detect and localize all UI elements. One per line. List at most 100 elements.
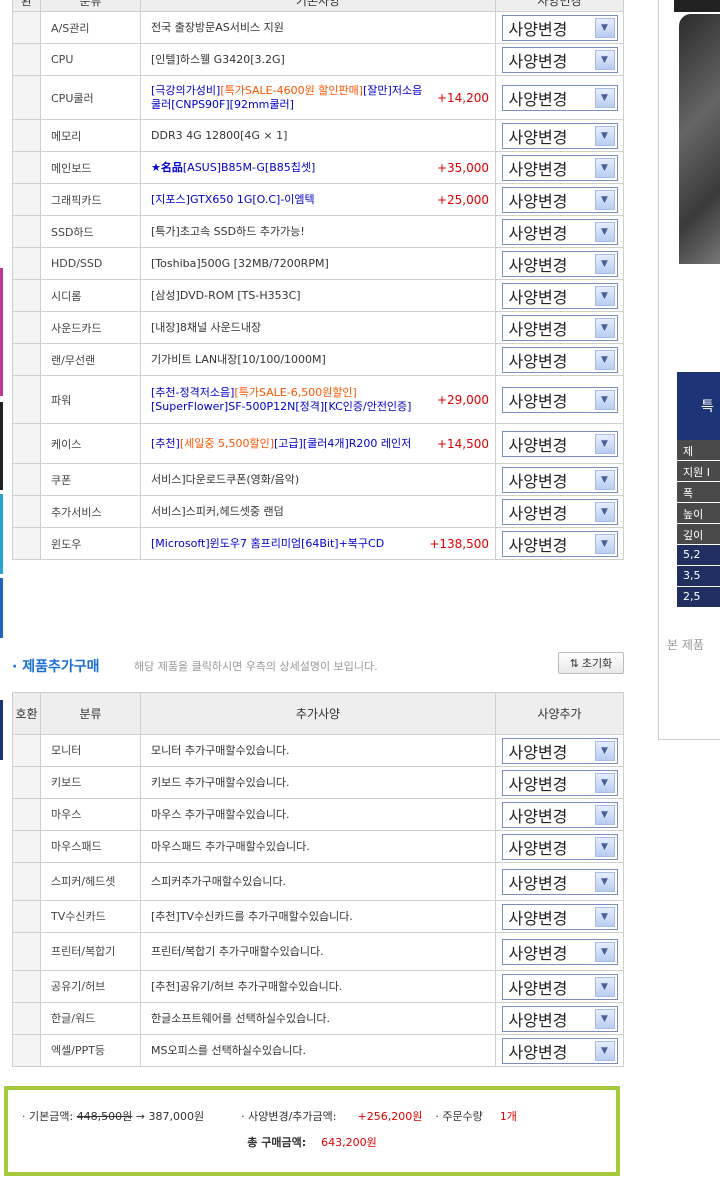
spec-desc-cell: [추천][세일중 5,500할인][고급][쿨러4개]R200 레인저 +14,5…: [140, 423, 496, 464]
table-row[interactable]: 한글/워드 한글소프트웨어를 선택하실수있습니다. 사양변경 ▼: [12, 1002, 624, 1035]
chevron-down-icon[interactable]: ▼: [594, 941, 615, 962]
chevron-down-icon[interactable]: ▼: [594, 253, 615, 274]
select-cell: 사양변경 ▼: [495, 375, 624, 424]
chevron-down-icon[interactable]: ▼: [594, 836, 615, 857]
table-row[interactable]: 스피커/헤드셋 스피커추가구매할수있습니다. 사양변경 ▼: [12, 862, 624, 901]
chevron-down-icon[interactable]: ▼: [594, 804, 615, 825]
change-price-value: +256,200원: [357, 1110, 423, 1123]
chevron-down-icon[interactable]: ▼: [594, 285, 615, 306]
chevron-down-icon[interactable]: ▼: [594, 501, 615, 522]
compat-cell: [12, 900, 41, 933]
spec-change-select-12[interactable]: 사양변경 ▼: [501, 430, 618, 457]
table-row: 사운드카드 [내장]8채널 사운드내장 사양변경 ▼: [12, 311, 624, 344]
spec-panel-row: 2,5: [677, 587, 720, 608]
spec-add-select-3[interactable]: 사양변경 ▼: [501, 833, 618, 860]
col-header-spec-add: 사양추가: [495, 692, 624, 735]
compat-cell: [12, 75, 41, 120]
chevron-down-icon[interactable]: ▼: [594, 317, 615, 338]
table-row[interactable]: 엑셀/PPT등 MS오피스를 선택하실수있습니다. 사양변경 ▼: [12, 1034, 624, 1067]
reset-button[interactable]: ⇅ 초기화: [558, 652, 624, 674]
spec-change-select-8[interactable]: 사양변경 ▼: [501, 282, 618, 309]
price-delta: +25,000: [436, 192, 489, 207]
chevron-down-icon[interactable]: ▼: [594, 976, 615, 997]
spec-desc-text: [인텔]하스웰 G3420[3.2G]: [151, 52, 285, 66]
chevron-down-icon[interactable]: ▼: [594, 906, 615, 927]
spec-add-select-5[interactable]: 사양변경 ▼: [501, 903, 618, 930]
table-row[interactable]: 프린터/복합기 프린터/복합기 추가구매할수있습니다. 사양변경 ▼: [12, 932, 624, 971]
compat-cell: [12, 119, 41, 152]
chevron-down-icon[interactable]: ▼: [594, 433, 615, 454]
table-row[interactable]: 모니터 모니터 추가구매할수있습니다. 사양변경 ▼: [12, 734, 624, 767]
chevron-down-icon[interactable]: ▼: [594, 17, 615, 38]
extra-desc-cell: 한글소프트웨어를 선택하실수있습니다.: [140, 1002, 496, 1035]
compat-cell: [12, 766, 41, 799]
table-row[interactable]: 마우스 마우스 추가구매할수있습니다. 사양변경 ▼: [12, 798, 624, 831]
table-row[interactable]: TV수신카드 [추천]TV수신카드를 추가구매할수있습니다. 사양변경 ▼: [12, 900, 624, 933]
category-cell: 메인보드: [40, 151, 141, 184]
chevron-down-icon[interactable]: ▼: [594, 157, 615, 178]
spec-panel-row: 제: [677, 440, 720, 461]
spec-add-select-1[interactable]: 사양변경 ▼: [501, 769, 618, 796]
select-value: 사양변경: [508, 255, 568, 275]
select-cell: 사양변경 ▼: [495, 932, 624, 971]
spec-change-select-15[interactable]: 사양변경 ▼: [501, 530, 618, 557]
chevron-down-icon[interactable]: ▼: [594, 772, 615, 793]
spec-change-select-13[interactable]: 사양변경 ▼: [501, 466, 618, 493]
spec-change-select-14[interactable]: 사양변경 ▼: [501, 498, 618, 525]
chevron-down-icon[interactable]: ▼: [594, 469, 615, 490]
left-strip-pink: [0, 268, 3, 396]
spec-change-select-9[interactable]: 사양변경 ▼: [501, 314, 618, 341]
quantity-value: 1개: [499, 1110, 517, 1123]
category-cell: 파워: [40, 375, 141, 424]
table-row[interactable]: 공유기/허브 [추천]공유기/허브 추가구매할수있습니다. 사양변경 ▼: [12, 970, 624, 1003]
spec-add-select-8[interactable]: 사양변경 ▼: [501, 1005, 618, 1032]
spec-desc-cell: [특가]초고속 SSD하드 추가가능!: [140, 215, 496, 248]
spec-change-select-2[interactable]: 사양변경 ▼: [501, 84, 618, 111]
spec-change-select-4[interactable]: 사양변경 ▼: [501, 154, 618, 181]
spec-change-select-11[interactable]: 사양변경 ▼: [501, 386, 618, 413]
base-price-label: · 기본금액:: [22, 1110, 74, 1123]
spec-change-select-1[interactable]: 사양변경 ▼: [501, 46, 618, 73]
spec-add-select-9[interactable]: 사양변경 ▼: [501, 1037, 618, 1064]
table-row[interactable]: 키보드 키보드 추가구매할수있습니다. 사양변경 ▼: [12, 766, 624, 799]
chevron-down-icon[interactable]: ▼: [594, 1008, 615, 1029]
chevron-down-icon[interactable]: ▼: [594, 1040, 615, 1061]
category-cell: SSD하드: [40, 215, 141, 248]
chevron-down-icon[interactable]: ▼: [594, 221, 615, 242]
chevron-down-icon[interactable]: ▼: [594, 189, 615, 210]
table-row[interactable]: 마우스패드 마우스패드 추가구매할수있습니다. 사양변경 ▼: [12, 830, 624, 863]
category-cell: 그래픽카드: [40, 183, 141, 216]
select-cell: 사양변경 ▼: [495, 423, 624, 464]
col-header-category: 분류: [40, 0, 141, 12]
select-value: 사양변경: [508, 51, 568, 71]
spec-add-select-0[interactable]: 사양변경 ▼: [501, 737, 618, 764]
spec-desc-text: DDR3 4G 12800[4G × 1]: [151, 128, 288, 142]
spec-add-select-2[interactable]: 사양변경 ▼: [501, 801, 618, 828]
category-cell: 엑셀/PPT등: [40, 1034, 141, 1067]
spec-change-select-0[interactable]: 사양변경 ▼: [501, 14, 618, 41]
spec-add-select-6[interactable]: 사양변경 ▼: [501, 938, 618, 965]
spec-add-select-4[interactable]: 사양변경 ▼: [501, 868, 618, 895]
chevron-down-icon[interactable]: ▼: [594, 389, 615, 410]
spec-change-select-3[interactable]: 사양변경 ▼: [501, 122, 618, 149]
spec-add-select-7[interactable]: 사양변경 ▼: [501, 973, 618, 1000]
page: 환 분류 기본사양 사양변경 A/S관리 전국 출장방문AS서비스 지원 사양변경 ▼…: [0, 0, 720, 1182]
price-delta: +35,000: [436, 160, 489, 175]
chevron-down-icon[interactable]: ▼: [594, 125, 615, 146]
chevron-down-icon[interactable]: ▼: [594, 871, 615, 892]
chevron-down-icon[interactable]: ▼: [594, 49, 615, 70]
spec-desc-text: 서비스]스피커,헤드셋중 랜덤: [151, 504, 284, 518]
spec-change-select-10[interactable]: 사양변경 ▼: [501, 346, 618, 373]
chevron-down-icon[interactable]: ▼: [594, 740, 615, 761]
category-cell: 쿠폰: [40, 463, 141, 496]
chevron-down-icon[interactable]: ▼: [594, 349, 615, 370]
chevron-down-icon[interactable]: ▼: [594, 533, 615, 554]
compat-cell: [12, 970, 41, 1003]
extra-desc-cell: [추천]TV수신카드를 추가구매할수있습니다.: [140, 900, 496, 933]
chevron-down-icon[interactable]: ▼: [594, 87, 615, 108]
spec-change-select-5[interactable]: 사양변경 ▼: [501, 186, 618, 213]
spec-desc-text: [특가]초고속 SSD하드 추가가능!: [151, 224, 305, 238]
spec-change-select-6[interactable]: 사양변경 ▼: [501, 218, 618, 245]
spec-change-select-7[interactable]: 사양변경 ▼: [501, 250, 618, 277]
price-delta: +14,200: [436, 90, 489, 105]
